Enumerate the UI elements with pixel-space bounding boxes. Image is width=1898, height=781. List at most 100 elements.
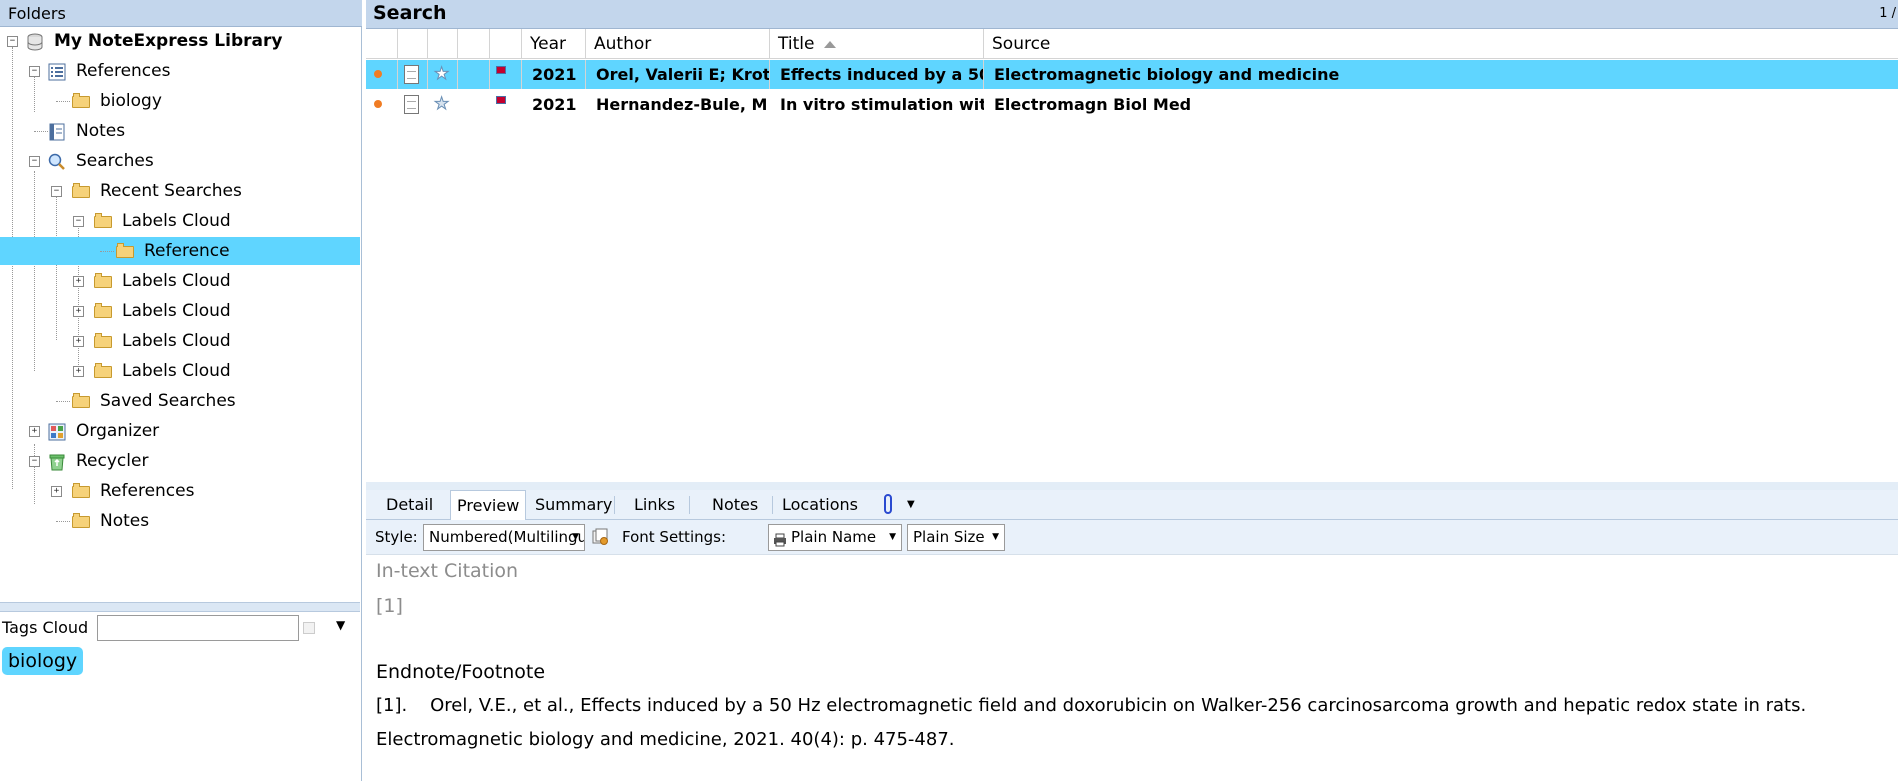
tab-label: Detail <box>386 495 434 514</box>
tree-label: Labels Cloud <box>122 331 231 351</box>
tree-node-library[interactable]: − My NoteExpress Library <box>0 27 360 55</box>
chevron-down-icon: ▼ <box>572 532 579 542</box>
pane-splitter[interactable] <box>0 602 360 612</box>
source-cell: Electromagnetic biology and medicine <box>994 65 1340 84</box>
expand-icon[interactable]: + <box>73 306 84 317</box>
tab-notes[interactable]: Notes <box>706 490 764 520</box>
collapse-icon[interactable]: − <box>51 186 62 197</box>
notebook-icon <box>48 122 66 141</box>
search-title: Search <box>373 2 447 24</box>
results-grid-header: Year Author Title Source <box>366 29 1898 59</box>
tab-links[interactable]: Links <box>628 490 681 520</box>
column-star[interactable] <box>428 29 458 59</box>
tree-node-labels-cloud[interactable]: + Labels Cloud <box>0 327 360 355</box>
endnote-line-2: Electromagnetic biology and medicine, 20… <box>376 729 955 750</box>
column-source[interactable]: Source <box>984 29 1898 59</box>
year-cell: 2021 <box>522 60 586 89</box>
tags-checkbox[interactable] <box>303 622 315 634</box>
database-icon <box>26 32 44 51</box>
star-icon[interactable]: ★ <box>433 60 449 89</box>
blank-cell <box>458 60 490 89</box>
tree-node-labels-cloud[interactable]: + Labels Cloud <box>0 267 360 295</box>
page-indicator: 1 / <box>1879 6 1896 21</box>
tree-node-notes[interactable]: Notes <box>0 117 360 145</box>
document-icon[interactable] <box>404 95 419 114</box>
column-author[interactable]: Author <box>586 29 770 59</box>
tree-label: biology <box>100 91 162 111</box>
tag-chip[interactable]: biology <box>2 647 84 675</box>
collapse-icon[interactable]: − <box>73 216 84 227</box>
folder-icon <box>94 302 112 318</box>
pane-splitter[interactable] <box>366 482 1898 490</box>
attachment-cell <box>398 90 428 119</box>
tree-node-organizer[interactable]: + Organizer <box>0 417 360 445</box>
tree-node-searches[interactable]: − Searches <box>0 147 360 175</box>
chevron-down-icon[interactable]: ▼ <box>907 490 915 520</box>
blank-cell <box>458 90 490 119</box>
folder-open-icon <box>94 212 112 228</box>
author-cell: Orel, Valerii E; Krote <box>586 60 770 89</box>
font-name-select[interactable]: Plain Name ▼ <box>768 524 902 551</box>
style-label: Style: <box>375 528 418 546</box>
tree-label: Recycler <box>76 451 149 471</box>
intext-citation-value: [1] <box>376 595 403 617</box>
column-title[interactable]: Title <box>770 29 984 59</box>
tree-label: Labels Cloud <box>122 271 231 291</box>
font-size-select[interactable]: Plain Size ▼ <box>907 524 1005 551</box>
tree-node-recycler-notes[interactable]: Notes <box>0 507 360 535</box>
tree-line <box>56 521 70 522</box>
attachment-clip-icon[interactable] <box>884 494 892 514</box>
chevron-down-icon: ▼ <box>889 532 896 542</box>
expand-icon[interactable]: + <box>73 366 84 377</box>
table-row[interactable]: ★ 2021 Orel, Valerii E; Krote Effects in… <box>366 60 1898 89</box>
tab-detail[interactable]: Detail <box>380 490 439 520</box>
column-label[interactable] <box>490 29 522 59</box>
tree-node-reference[interactable]: Reference <box>0 237 360 265</box>
flag-icon <box>496 96 506 104</box>
tree-label: Labels Cloud <box>122 211 231 231</box>
table-row[interactable]: ★ 2021 Hernandez-Bule, M In vitro stimul… <box>366 90 1898 119</box>
tree-node-saved-searches[interactable]: Saved Searches <box>0 387 360 415</box>
expand-icon[interactable]: + <box>73 336 84 347</box>
tab-label: Links <box>634 495 676 514</box>
column-blank[interactable] <box>458 29 490 59</box>
document-icon[interactable] <box>404 65 419 84</box>
collapse-icon[interactable]: − <box>29 66 40 77</box>
folder-icon <box>72 482 90 498</box>
expand-icon[interactable]: + <box>51 486 62 497</box>
collapse-icon[interactable]: − <box>7 36 18 47</box>
expand-icon[interactable]: + <box>73 276 84 287</box>
tree-node-recent-searches[interactable]: − Recent Searches <box>0 177 360 205</box>
style-select[interactable]: Numbered(Multilingual ▼ <box>423 524 585 551</box>
tree-node-references[interactable]: − References <box>0 57 360 85</box>
chevron-down-icon[interactable]: ▼ <box>336 618 345 632</box>
tree-line <box>56 101 70 102</box>
tab-label: Preview <box>457 496 520 515</box>
column-read-status[interactable] <box>366 29 398 59</box>
collapse-icon[interactable]: − <box>29 456 40 467</box>
style-manager-icon[interactable] <box>591 528 609 546</box>
column-attachment[interactable] <box>398 29 428 59</box>
tree-node-recycler-references[interactable]: + References <box>0 477 360 505</box>
tree-node-labels-cloud[interactable]: − Labels Cloud <box>0 207 360 235</box>
tab-label: Locations <box>782 495 859 514</box>
collapse-icon[interactable]: − <box>29 156 40 167</box>
tree-label: Labels Cloud <box>122 361 231 381</box>
label-cell <box>490 90 522 119</box>
tree-node-biology[interactable]: biology <box>0 87 360 115</box>
tags-search-input[interactable] <box>97 615 299 641</box>
tags-cloud-label: Tags Cloud <box>2 618 89 637</box>
tab-preview[interactable]: Preview <box>450 490 527 521</box>
tab-summary[interactable]: Summary <box>529 490 618 520</box>
expand-icon[interactable]: + <box>29 426 40 437</box>
column-year[interactable]: Year <box>522 29 586 59</box>
citation-preview: In-text Citation [1] Endnote/Footnote [1… <box>366 555 1898 781</box>
title-cell: Effects induced by a 50 . <box>770 60 984 89</box>
tree-node-labels-cloud[interactable]: + Labels Cloud <box>0 297 360 325</box>
star-icon[interactable]: ★ <box>433 90 449 119</box>
tree-label: Notes <box>100 511 150 531</box>
tree-node-recycler[interactable]: − Recycler <box>0 447 360 475</box>
tab-locations[interactable]: Locations <box>776 490 864 520</box>
tree-node-labels-cloud[interactable]: + Labels Cloud <box>0 357 360 385</box>
folder-icon <box>94 332 112 348</box>
